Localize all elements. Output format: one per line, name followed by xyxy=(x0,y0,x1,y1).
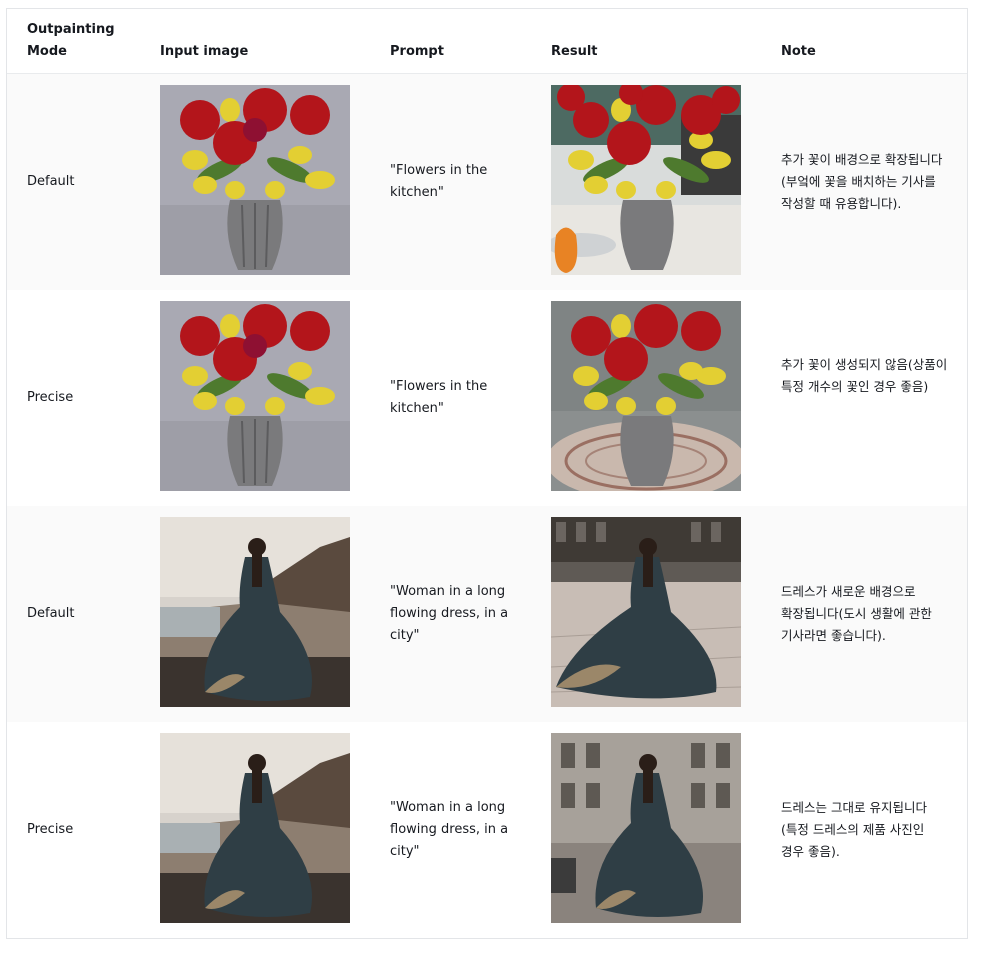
table-row: Default "Flowers in the kitchen" 추가 꽃이 배… xyxy=(7,74,967,290)
result-image-flowers-precise xyxy=(551,301,741,491)
woman-city-default-image xyxy=(551,517,741,707)
mode-cell: Precise xyxy=(27,390,74,405)
header-input-image: Input image xyxy=(160,44,249,59)
input-image-woman xyxy=(160,733,350,923)
input-image-flowers xyxy=(160,301,350,491)
result-image-flowers-default xyxy=(551,85,741,275)
mode-cell: Default xyxy=(27,174,75,189)
input-image-woman xyxy=(160,517,350,707)
flowers-vase-image xyxy=(160,85,350,275)
header-result: Result xyxy=(551,44,598,59)
prompt-cell: "Flowers in the kitchen" xyxy=(390,163,488,200)
table-row: Precise "Flowers in the kitchen" 추가 꽃이 생… xyxy=(7,290,967,506)
woman-beach-image xyxy=(160,733,350,923)
prompt-cell: "Woman in a long flowing dress, in a cit… xyxy=(390,584,509,643)
note-cell: 추가 꽃이 생성되지 않음(상품이 특정 개수의 꽃인 경우 좋음) xyxy=(781,357,948,394)
outpainting-table: Outpainting Mode Input image Prompt Resu… xyxy=(6,8,968,939)
header-note: Note xyxy=(781,44,816,59)
header-mode-line1: Outpainting xyxy=(27,22,115,37)
woman-beach-image xyxy=(160,517,350,707)
table-header: Outpainting Mode Input image Prompt Resu… xyxy=(7,9,967,74)
table-row: Default "Woman in a long flowing dress, … xyxy=(7,506,967,722)
note-cell: 추가 꽃이 배경으로 확장됩니다(부엌에 꽃을 배치하는 기사를 작성할 때 유… xyxy=(781,152,943,211)
input-image-flowers xyxy=(160,85,350,275)
result-image-woman-precise xyxy=(551,733,741,923)
table-row: Precise "Woman in a long flowing dress, … xyxy=(7,722,967,938)
header-prompt: Prompt xyxy=(390,44,444,59)
header-outpainting-mode: Outpainting Mode xyxy=(27,19,115,63)
mode-cell: Precise xyxy=(27,822,74,837)
prompt-cell: "Woman in a long flowing dress, in a cit… xyxy=(390,800,509,859)
flowers-kitchen-default-image xyxy=(551,85,741,275)
result-image-woman-default xyxy=(551,517,741,707)
note-cell: 드레스는 그대로 유지됩니다(특정 드레스의 제품 사진인 경우 좋음). xyxy=(781,800,927,859)
header-mode-line2: Mode xyxy=(27,44,67,59)
flowers-kitchen-precise-image xyxy=(551,301,741,491)
flowers-vase-image xyxy=(160,301,350,491)
prompt-cell: "Flowers in the kitchen" xyxy=(390,379,488,416)
note-cell: 드레스가 새로운 배경으로 확장됩니다(도시 생활에 관한 기사라면 좋습니다)… xyxy=(781,584,932,643)
mode-cell: Default xyxy=(27,606,75,621)
woman-city-precise-image xyxy=(551,733,741,923)
